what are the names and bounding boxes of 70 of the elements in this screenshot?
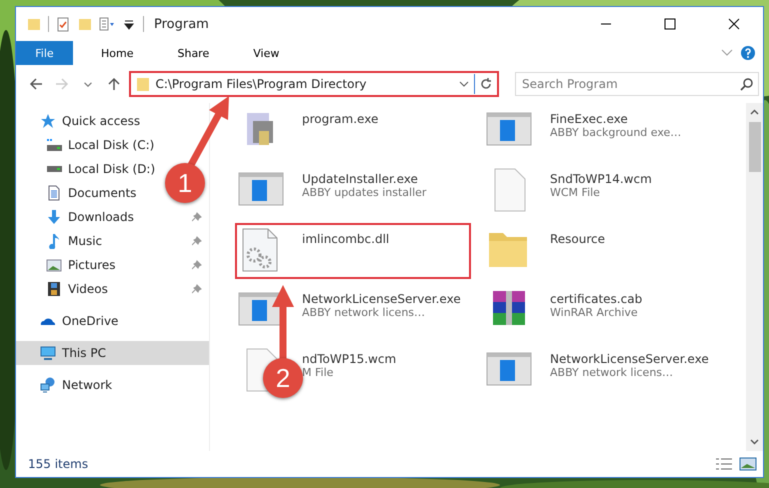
file-description: M File: [302, 366, 334, 379]
details-view-icon[interactable]: [715, 456, 733, 472]
document-icon: [46, 185, 62, 201]
drive-icon: [46, 166, 62, 172]
star-icon: [40, 113, 56, 129]
highlighted-file-item[interactable]: imlincombc.dll: [235, 223, 471, 279]
ribbon-tab[interactable]: View: [237, 41, 296, 65]
file-name[interactable]: certificates.cab: [550, 292, 642, 306]
file-description: ABBY network licens…: [302, 306, 426, 319]
file-name[interactable]: NetworkLicenseServer.exe: [550, 352, 709, 366]
maximize-icon: [664, 18, 676, 30]
music-note-icon: [46, 233, 62, 249]
navigation-item[interactable]: Documents: [46, 185, 136, 201]
file-name[interactable]: UpdateInstaller.exe: [302, 172, 426, 186]
navigation-item[interactable]: Local Disk (D:): [46, 162, 156, 176]
file-description: WCM File: [550, 186, 601, 199]
monitor-icon: [40, 345, 56, 361]
item-count: 155 items: [28, 457, 90, 471]
file-menu-button[interactable]: File: [16, 41, 73, 65]
drive-icon: [46, 137, 62, 153]
address-bar[interactable]: C:\Program Files\Program Directory: [129, 71, 499, 97]
refresh-icon[interactable]: [478, 77, 493, 91]
large-icons-view-icon[interactable]: [739, 456, 757, 472]
window-title: Program: [154, 16, 210, 32]
navigation-item[interactable]: Videos: [46, 281, 108, 297]
scrollbar[interactable]: [746, 103, 763, 451]
pin-icon[interactable]: [192, 260, 202, 270]
navigation-item[interactable]: Pictures: [46, 257, 116, 273]
chevron-icon[interactable]: [721, 49, 733, 57]
up-arrow-icon: [106, 77, 120, 91]
pin-icon[interactable]: [192, 284, 202, 294]
navigation-item[interactable]: This PC: [16, 341, 209, 365]
navigation-item[interactable]: Downloads: [46, 209, 134, 225]
navigation-item[interactable]: Music: [46, 233, 102, 249]
file-name[interactable]: SndToWP14.wcm: [550, 172, 652, 186]
navigation-item[interactable]: OneDrive: [16, 309, 209, 333]
picture-frame-icon: [46, 257, 62, 273]
help-icon[interactable]: [741, 46, 755, 60]
minimize-icon: [600, 23, 612, 25]
file-description: ABBY updates installer: [302, 186, 426, 199]
file-description: WinRAR Archive: [550, 306, 639, 319]
scrollbar-thumb[interactable]: [748, 122, 760, 172]
file-name[interactable]: ndToWP15.wcm: [302, 352, 396, 366]
scroll-up-icon[interactable]: [750, 108, 759, 117]
download-arrow-icon: [46, 209, 62, 225]
file-name[interactable]: Resource: [550, 232, 606, 246]
folder-icon: [135, 76, 152, 92]
navigation-item[interactable]: Quick access: [16, 109, 209, 133]
pin-icon[interactable]: [192, 212, 202, 222]
checklist-icon[interactable]: [55, 16, 71, 32]
forward-arrow-icon: [54, 77, 69, 91]
file-name[interactable]: FineExec.exe: [550, 112, 682, 126]
film-strip-icon: [46, 281, 62, 297]
navigation-item[interactable]: Local Disk (C:): [46, 137, 154, 153]
back-arrow-icon: [28, 77, 43, 91]
file-name[interactable]: program.exe: [302, 112, 378, 126]
caret-icon: [84, 82, 92, 86]
file-name[interactable]: NetworkLicenseServer.exe: [302, 292, 461, 306]
file-description: ABBY background exe…: [550, 126, 682, 139]
ribbon-tab[interactable]: Share: [161, 41, 226, 65]
network-icon: [40, 377, 56, 393]
properties-icon[interactable]: [99, 16, 115, 32]
navigation-item[interactable]: Network: [16, 373, 209, 397]
file-description: ABBY network licens…: [550, 366, 674, 379]
scroll-down-icon[interactable]: [750, 437, 759, 446]
pin-icon[interactable]: [192, 236, 202, 246]
address-path: C:\Program Files\Program Directory: [155, 77, 368, 91]
ribbon-tab[interactable]: Home: [85, 41, 150, 65]
file-name[interactable]: imlincombc.dll: [302, 232, 390, 246]
close-icon: [728, 18, 740, 30]
